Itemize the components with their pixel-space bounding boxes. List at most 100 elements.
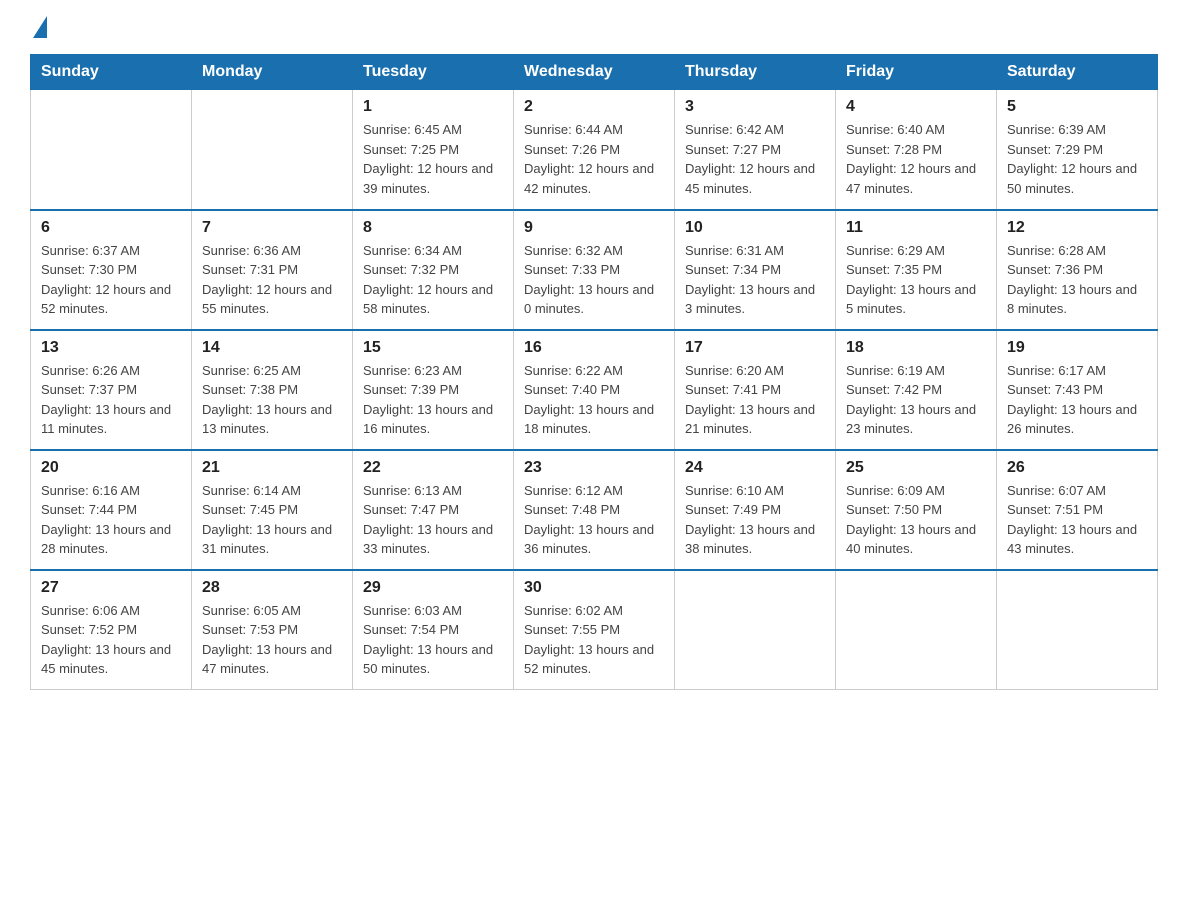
day-number: 25: [846, 459, 986, 477]
day-number: 23: [524, 459, 664, 477]
day-info: Sunrise: 6:42 AMSunset: 7:27 PMDaylight:…: [685, 120, 825, 198]
calendar-cell: [192, 90, 353, 210]
day-number: 26: [1007, 459, 1147, 477]
calendar-cell: 28 Sunrise: 6:05 AMSunset: 7:53 PMDayligh…: [192, 570, 353, 690]
day-number: 27: [41, 579, 181, 597]
day-number: 17: [685, 339, 825, 357]
calendar-cell: [997, 570, 1158, 690]
day-number: 22: [363, 459, 503, 477]
day-info: Sunrise: 6:14 AMSunset: 7:45 PMDaylight:…: [202, 481, 342, 559]
col-friday: Friday: [836, 55, 997, 90]
day-info: Sunrise: 6:17 AMSunset: 7:43 PMDaylight:…: [1007, 361, 1147, 439]
day-info: Sunrise: 6:36 AMSunset: 7:31 PMDaylight:…: [202, 241, 342, 319]
calendar-week-row: 13 Sunrise: 6:26 AMSunset: 7:37 PMDayligh…: [31, 330, 1158, 450]
day-number: 10: [685, 219, 825, 237]
col-wednesday: Wednesday: [514, 55, 675, 90]
calendar-cell: 14 Sunrise: 6:25 AMSunset: 7:38 PMDayligh…: [192, 330, 353, 450]
col-tuesday: Tuesday: [353, 55, 514, 90]
calendar-cell: 23 Sunrise: 6:12 AMSunset: 7:48 PMDayligh…: [514, 450, 675, 570]
calendar-cell: 27 Sunrise: 6:06 AMSunset: 7:52 PMDayligh…: [31, 570, 192, 690]
day-info: Sunrise: 6:40 AMSunset: 7:28 PMDaylight:…: [846, 120, 986, 198]
calendar-cell: 21 Sunrise: 6:14 AMSunset: 7:45 PMDayligh…: [192, 450, 353, 570]
day-number: 29: [363, 579, 503, 597]
day-number: 12: [1007, 219, 1147, 237]
day-number: 18: [846, 339, 986, 357]
calendar-cell: [836, 570, 997, 690]
logo-triangle-icon: [33, 16, 47, 38]
day-info: Sunrise: 6:31 AMSunset: 7:34 PMDaylight:…: [685, 241, 825, 319]
day-number: 5: [1007, 98, 1147, 116]
day-number: 11: [846, 219, 986, 237]
day-number: 20: [41, 459, 181, 477]
col-sunday: Sunday: [31, 55, 192, 90]
day-info: Sunrise: 6:22 AMSunset: 7:40 PMDaylight:…: [524, 361, 664, 439]
calendar-cell: [31, 90, 192, 210]
calendar-cell: 24Sunrise: 6:10 AMSunset: 7:49 PMDayligh…: [675, 450, 836, 570]
calendar-cell: 7Sunrise: 6:36 AMSunset: 7:31 PMDaylight…: [192, 210, 353, 330]
col-monday: Monday: [192, 55, 353, 90]
day-info: Sunrise: 6:03 AMSunset: 7:54 PMDaylight:…: [363, 601, 503, 679]
calendar-cell: 22 Sunrise: 6:13 AMSunset: 7:47 PMDayligh…: [353, 450, 514, 570]
day-info: Sunrise: 6:20 AMSunset: 7:41 PMDaylight:…: [685, 361, 825, 439]
calendar-cell: 2 Sunrise: 6:44 AMSunset: 7:26 PMDaylight…: [514, 90, 675, 210]
calendar-cell: [675, 570, 836, 690]
day-number: 14: [202, 339, 342, 357]
day-info: Sunrise: 6:25 AMSunset: 7:38 PMDaylight:…: [202, 361, 342, 439]
calendar-cell: 20Sunrise: 6:16 AMSunset: 7:44 PMDayligh…: [31, 450, 192, 570]
calendar-cell: 3 Sunrise: 6:42 AMSunset: 7:27 PMDaylight…: [675, 90, 836, 210]
calendar-cell: 9 Sunrise: 6:32 AMSunset: 7:33 PMDaylight…: [514, 210, 675, 330]
calendar-week-row: 20Sunrise: 6:16 AMSunset: 7:44 PMDayligh…: [31, 450, 1158, 570]
calendar-cell: 13 Sunrise: 6:26 AMSunset: 7:37 PMDayligh…: [31, 330, 192, 450]
calendar-cell: 18 Sunrise: 6:19 AMSunset: 7:42 PMDayligh…: [836, 330, 997, 450]
col-thursday: Thursday: [675, 55, 836, 90]
calendar-cell: 10 Sunrise: 6:31 AMSunset: 7:34 PMDayligh…: [675, 210, 836, 330]
day-number: 19: [1007, 339, 1147, 357]
calendar-cell: 16 Sunrise: 6:22 AMSunset: 7:40 PMDayligh…: [514, 330, 675, 450]
calendar-cell: 5 Sunrise: 6:39 AMSunset: 7:29 PMDaylight…: [997, 90, 1158, 210]
day-info: Sunrise: 6:07 AMSunset: 7:51 PMDaylight:…: [1007, 481, 1147, 559]
calendar-cell: 30 Sunrise: 6:02 AMSunset: 7:55 PMDayligh…: [514, 570, 675, 690]
logo: [30, 20, 49, 34]
day-number: 1: [363, 98, 503, 116]
calendar-cell: 1 Sunrise: 6:45 AMSunset: 7:25 PMDaylight…: [353, 90, 514, 210]
day-info: Sunrise: 6:32 AMSunset: 7:33 PMDaylight:…: [524, 241, 664, 319]
day-info: Sunrise: 6:10 AMSunset: 7:49 PMDaylight:…: [685, 481, 825, 559]
day-number: 28: [202, 579, 342, 597]
day-info: Sunrise: 6:02 AMSunset: 7:55 PMDaylight:…: [524, 601, 664, 679]
calendar-cell: 11 Sunrise: 6:29 AMSunset: 7:35 PMDayligh…: [836, 210, 997, 330]
calendar-cell: 29 Sunrise: 6:03 AMSunset: 7:54 PMDayligh…: [353, 570, 514, 690]
day-number: 8: [363, 219, 503, 237]
day-info: Sunrise: 6:28 AMSunset: 7:36 PMDaylight:…: [1007, 241, 1147, 319]
day-info: Sunrise: 6:45 AMSunset: 7:25 PMDaylight:…: [363, 120, 503, 198]
calendar-cell: 19 Sunrise: 6:17 AMSunset: 7:43 PMDayligh…: [997, 330, 1158, 450]
col-saturday: Saturday: [997, 55, 1158, 90]
calendar-cell: 26 Sunrise: 6:07 AMSunset: 7:51 PMDayligh…: [997, 450, 1158, 570]
day-number: 13: [41, 339, 181, 357]
day-number: 21: [202, 459, 342, 477]
day-info: Sunrise: 6:13 AMSunset: 7:47 PMDaylight:…: [363, 481, 503, 559]
day-number: 30: [524, 579, 664, 597]
day-number: 4: [846, 98, 986, 116]
calendar-cell: 15Sunrise: 6:23 AMSunset: 7:39 PMDayligh…: [353, 330, 514, 450]
day-number: 3: [685, 98, 825, 116]
day-info: Sunrise: 6:09 AMSunset: 7:50 PMDaylight:…: [846, 481, 986, 559]
calendar-week-row: 27 Sunrise: 6:06 AMSunset: 7:52 PMDayligh…: [31, 570, 1158, 690]
day-info: Sunrise: 6:05 AMSunset: 7:53 PMDaylight:…: [202, 601, 342, 679]
day-info: Sunrise: 6:12 AMSunset: 7:48 PMDaylight:…: [524, 481, 664, 559]
day-number: 16: [524, 339, 664, 357]
day-info: Sunrise: 6:34 AMSunset: 7:32 PMDaylight:…: [363, 241, 503, 319]
day-number: 9: [524, 219, 664, 237]
day-info: Sunrise: 6:23 AMSunset: 7:39 PMDaylight:…: [363, 361, 503, 439]
day-info: Sunrise: 6:26 AMSunset: 7:37 PMDaylight:…: [41, 361, 181, 439]
day-info: Sunrise: 6:19 AMSunset: 7:42 PMDaylight:…: [846, 361, 986, 439]
calendar-header-row: Sunday Monday Tuesday Wednesday Thursday…: [31, 55, 1158, 90]
day-number: 2: [524, 98, 664, 116]
calendar-cell: 4 Sunrise: 6:40 AMSunset: 7:28 PMDaylight…: [836, 90, 997, 210]
day-info: Sunrise: 6:06 AMSunset: 7:52 PMDaylight:…: [41, 601, 181, 679]
day-info: Sunrise: 6:44 AMSunset: 7:26 PMDaylight:…: [524, 120, 664, 198]
day-info: Sunrise: 6:39 AMSunset: 7:29 PMDaylight:…: [1007, 120, 1147, 198]
day-info: Sunrise: 6:29 AMSunset: 7:35 PMDaylight:…: [846, 241, 986, 319]
calendar-cell: 6Sunrise: 6:37 AMSunset: 7:30 PMDaylight…: [31, 210, 192, 330]
page-header: [30, 20, 1158, 34]
calendar-week-row: 1 Sunrise: 6:45 AMSunset: 7:25 PMDaylight…: [31, 90, 1158, 210]
